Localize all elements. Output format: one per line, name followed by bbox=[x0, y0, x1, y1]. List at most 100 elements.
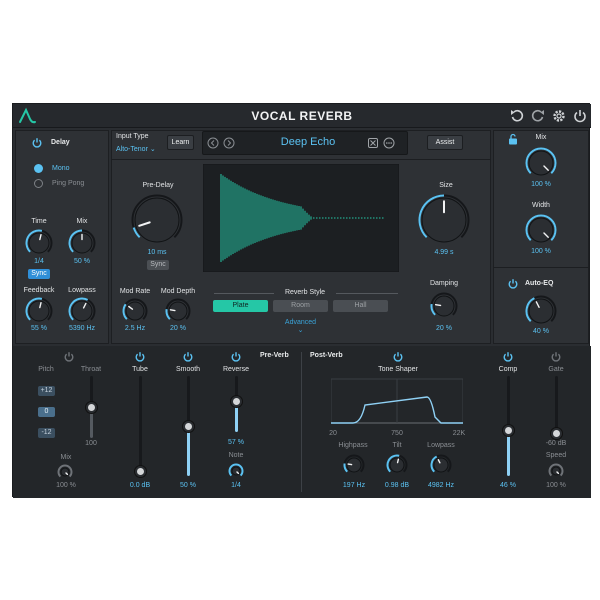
width-label: Width bbox=[521, 202, 561, 209]
advanced-toggle[interactable]: Advanced bbox=[273, 319, 328, 326]
mod-rate-value: 2.5 Hz bbox=[117, 325, 153, 332]
style-line-right bbox=[336, 293, 398, 294]
input-type-select[interactable]: Alto-Tenor ⌄ bbox=[116, 145, 156, 153]
style-hall-button[interactable]: Hall bbox=[333, 300, 388, 312]
eq-tick: 20 bbox=[327, 430, 339, 437]
smooth-slider[interactable] bbox=[182, 376, 194, 476]
mono-radio[interactable] bbox=[34, 164, 43, 173]
tone-shaper-graph[interactable] bbox=[331, 377, 463, 429]
more-options-icon[interactable] bbox=[383, 137, 395, 149]
output-mix-value: 100 % bbox=[521, 181, 561, 188]
lock-icon[interactable] bbox=[507, 133, 519, 145]
lowpass-knob[interactable] bbox=[68, 297, 96, 325]
auto-eq-knob[interactable] bbox=[525, 295, 557, 327]
next-preset-icon[interactable] bbox=[223, 137, 235, 149]
mix-label: Mix bbox=[521, 134, 561, 141]
slider-thumb[interactable] bbox=[86, 402, 97, 413]
slider-thumb[interactable] bbox=[231, 396, 242, 407]
tilt-knob[interactable] bbox=[386, 454, 408, 476]
output-mix-knob[interactable] bbox=[525, 147, 557, 179]
auto-eq-label: Auto-EQ bbox=[525, 280, 553, 287]
learn-button[interactable]: Learn bbox=[167, 135, 194, 150]
pitch-mix-value: 100 % bbox=[51, 482, 81, 489]
preset-name[interactable]: Deep Echo bbox=[243, 136, 373, 148]
delay-power-icon[interactable] bbox=[31, 137, 43, 149]
throat-slider[interactable] bbox=[85, 376, 97, 438]
eq-tick: 22K bbox=[449, 430, 469, 437]
slider-thumb[interactable] bbox=[551, 428, 562, 439]
mod-depth-label: Mod Depth bbox=[158, 288, 198, 295]
size-knob[interactable] bbox=[418, 194, 470, 246]
lowpass-value: 5390 Hz bbox=[62, 325, 102, 332]
pitch-minus12-button[interactable]: -12 bbox=[38, 428, 55, 438]
feedback-value: 55 % bbox=[21, 325, 57, 332]
pitch-plus12-button[interactable]: +12 bbox=[38, 386, 55, 396]
reverse-power-icon[interactable] bbox=[230, 351, 242, 363]
width-knob[interactable] bbox=[525, 214, 557, 246]
feedback-knob[interactable] bbox=[25, 297, 53, 325]
randomize-icon[interactable] bbox=[367, 137, 379, 149]
pingpong-radio[interactable] bbox=[34, 179, 43, 188]
undo-icon[interactable] bbox=[509, 108, 525, 124]
delay-label: Delay bbox=[51, 139, 70, 146]
delay-sync-button[interactable]: Sync bbox=[28, 269, 50, 279]
mix-label: Mix bbox=[66, 218, 98, 225]
lowpass-label: Lowpass bbox=[421, 442, 461, 449]
gate-label: Gate bbox=[541, 366, 571, 373]
slider-thumb[interactable] bbox=[135, 466, 146, 477]
speed-knob[interactable] bbox=[548, 463, 564, 479]
time-knob[interactable] bbox=[25, 229, 53, 257]
pitch-mix-label: Mix bbox=[53, 454, 79, 461]
assist-button[interactable]: Assist bbox=[427, 135, 463, 150]
predelay-knob[interactable] bbox=[131, 194, 183, 246]
mod-depth-value: 20 % bbox=[160, 325, 196, 332]
divider bbox=[301, 352, 302, 492]
mod-depth-knob[interactable] bbox=[165, 298, 191, 324]
tube-power-icon[interactable] bbox=[134, 351, 146, 363]
gate-slider[interactable] bbox=[550, 376, 562, 438]
throat-value: 100 bbox=[76, 440, 106, 447]
comp-power-icon[interactable] bbox=[502, 351, 514, 363]
predelay-sync-button[interactable]: Sync bbox=[147, 260, 169, 270]
redo-icon[interactable] bbox=[530, 108, 546, 124]
mix-knob[interactable] bbox=[68, 229, 96, 257]
tube-value: 0.0 dB bbox=[121, 482, 159, 489]
reverse-slider[interactable] bbox=[230, 376, 242, 432]
impulse-display bbox=[203, 164, 399, 272]
slider-thumb[interactable] bbox=[183, 421, 194, 432]
gate-power-icon[interactable] bbox=[550, 351, 562, 363]
gear-icon[interactable] bbox=[551, 108, 567, 124]
pitch-power-icon[interactable] bbox=[63, 351, 75, 363]
input-type-label: Input Type bbox=[116, 133, 149, 140]
damping-knob[interactable] bbox=[430, 292, 458, 320]
mod-rate-knob[interactable] bbox=[122, 298, 148, 324]
auto-eq-power-icon[interactable] bbox=[507, 278, 519, 290]
reverb-style-label: Reverb Style bbox=[275, 289, 335, 296]
style-plate-button[interactable]: Plate bbox=[213, 300, 268, 312]
app-title: VOCAL REVERB bbox=[13, 109, 591, 123]
style-line-left bbox=[214, 293, 274, 294]
tone-shaper-power-icon[interactable] bbox=[392, 351, 404, 363]
slider-thumb[interactable] bbox=[503, 425, 514, 436]
tilt-value: 0.98 dB bbox=[378, 482, 416, 489]
tone-lowpass-knob[interactable] bbox=[430, 454, 452, 476]
preverb-label: Pre-Verb bbox=[260, 352, 289, 359]
comp-value: 46 % bbox=[491, 482, 525, 489]
style-room-button[interactable]: Room bbox=[273, 300, 328, 312]
comp-slider[interactable] bbox=[502, 376, 514, 476]
prev-preset-icon[interactable] bbox=[207, 137, 219, 149]
tube-slider[interactable] bbox=[134, 376, 146, 476]
smooth-power-icon[interactable] bbox=[182, 351, 194, 363]
auto-eq-value: 40 % bbox=[521, 328, 561, 335]
pingpong-label: Ping Pong bbox=[52, 180, 84, 187]
input-type-value: Alto-Tenor bbox=[116, 146, 148, 153]
chevron-down-icon[interactable]: ⌄ bbox=[273, 326, 328, 334]
highpass-knob[interactable] bbox=[343, 454, 365, 476]
pitch-zero-button[interactable]: 0 bbox=[38, 407, 55, 417]
note-knob[interactable] bbox=[228, 463, 244, 479]
pitch-mix-knob[interactable] bbox=[57, 464, 73, 480]
damping-label: Damping bbox=[422, 280, 466, 287]
time-label: Time bbox=[23, 218, 55, 225]
power-icon[interactable] bbox=[572, 108, 588, 124]
mono-label: Mono bbox=[52, 165, 70, 172]
